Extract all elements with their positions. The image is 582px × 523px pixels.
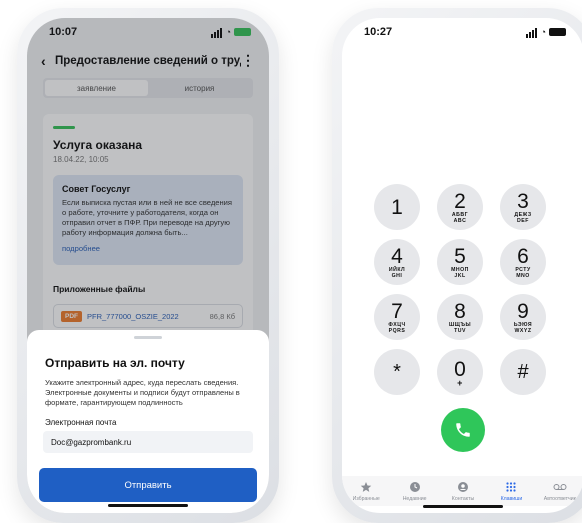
email-field[interactable]: Doc@gazprombank.ru xyxy=(43,431,253,453)
key-letters: МНОП JKL xyxy=(451,266,469,279)
battery-icon xyxy=(549,28,566,36)
phone-right: 10:27 ◔ 1 2 АБВГ ABC 3 ДЕЖЗ DEF 4 ИЙКЛ GHI … xyxy=(332,8,582,523)
wifi-icon: ◔ xyxy=(540,27,546,37)
key-digit: 5 xyxy=(454,244,466,268)
tab-keypad[interactable]: Клавиши xyxy=(487,476,535,506)
key-letters: АБВГ ABC xyxy=(451,211,469,224)
home-indicator xyxy=(108,504,188,507)
key-digit: # xyxy=(517,360,529,383)
key-6[interactable]: 6 РСТУ MNO xyxy=(500,239,546,285)
sheet-title: Отправить на эл. почту xyxy=(45,356,185,370)
key-5[interactable]: 5 МНОП JKL xyxy=(437,239,483,285)
key-digit: 3 xyxy=(517,189,529,213)
voicemail-icon xyxy=(553,483,567,490)
status-bar: 10:27 ◔ xyxy=(342,18,582,46)
send-button[interactable]: Отправить xyxy=(39,468,257,502)
key-3[interactable]: 3 ДЕЖЗ DEF xyxy=(500,184,546,230)
key-digit: 7 xyxy=(391,299,403,323)
sheet-description: Укажите электронный адрес, куда переслат… xyxy=(45,378,240,407)
tab-recents[interactable]: Недавние xyxy=(390,476,438,506)
signal-icon xyxy=(525,26,538,38)
key-digit: * xyxy=(393,360,401,383)
clock-icon xyxy=(409,481,420,492)
status-time: 10:27 xyxy=(364,26,393,38)
key-letters: + xyxy=(457,377,463,388)
key-letters: РСТУ MNO xyxy=(515,266,531,279)
key-letters: ФХЦЧ PQRS xyxy=(388,321,406,334)
tab-label: Автоответчик xyxy=(543,495,576,502)
key-4[interactable]: 4 ИЙКЛ GHI xyxy=(374,239,420,285)
key-hash[interactable]: # xyxy=(500,349,546,395)
screen-right: 10:27 ◔ 1 2 АБВГ ABC 3 ДЕЖЗ DEF 4 ИЙКЛ GHI … xyxy=(342,18,582,513)
phone-icon xyxy=(456,423,470,437)
key-digit: 8 xyxy=(454,299,466,323)
key-star[interactable]: * xyxy=(374,349,420,395)
tab-contacts[interactable]: Контакты xyxy=(439,476,487,506)
screen-left: 10:07 ◔ ‹ Предоставление сведений о труд… xyxy=(27,18,269,513)
tab-label: Избранные xyxy=(352,495,380,502)
key-letters: ИЙКЛ GHI xyxy=(388,266,406,279)
call-button[interactable] xyxy=(441,408,485,452)
key-digit: 0 xyxy=(454,357,466,381)
status-icons: ◔ xyxy=(525,26,566,38)
contact-icon xyxy=(458,481,469,492)
star-icon xyxy=(360,481,372,492)
key-1[interactable]: 1 xyxy=(374,184,420,230)
tab-label: Недавние xyxy=(402,495,427,502)
tab-voicemail[interactable]: Автоответчик xyxy=(536,476,582,506)
phone-left: 10:07 ◔ ‹ Предоставление сведений о труд… xyxy=(17,8,279,523)
key-2[interactable]: 2 АБВГ ABC xyxy=(437,184,483,230)
tab-label: Клавиши xyxy=(500,495,523,502)
sheet-handle[interactable] xyxy=(134,336,162,339)
key-digit: 9 xyxy=(517,299,529,323)
email-label: Электронная почта xyxy=(45,418,117,427)
email-bottom-sheet: Отправить на эл. почту Укажите электронн… xyxy=(27,330,269,513)
tab-label: Контакты xyxy=(451,495,475,502)
key-letters: ЬЭЮЯ WXYZ xyxy=(513,321,533,334)
keypad-icon xyxy=(506,481,517,492)
key-letters: ДЕЖЗ DEF xyxy=(514,211,532,224)
tab-bar: Избранные Недавние Контакты Клавиши Авто… xyxy=(342,476,582,506)
key-letters: ШЩЪЫ TUV xyxy=(448,321,472,334)
home-indicator xyxy=(423,505,503,508)
key-digit: 4 xyxy=(391,244,403,268)
key-0[interactable]: 0 + xyxy=(437,349,483,395)
key-7[interactable]: 7 ФХЦЧ PQRS xyxy=(374,294,420,340)
key-digit: 1 xyxy=(391,195,403,219)
key-digit: 2 xyxy=(454,189,466,213)
key-digit: 6 xyxy=(517,244,529,268)
tab-favorites[interactable]: Избранные xyxy=(342,476,390,506)
key-8[interactable]: 8 ШЩЪЫ TUV xyxy=(437,294,483,340)
key-9[interactable]: 9 ЬЭЮЯ WXYZ xyxy=(500,294,546,340)
